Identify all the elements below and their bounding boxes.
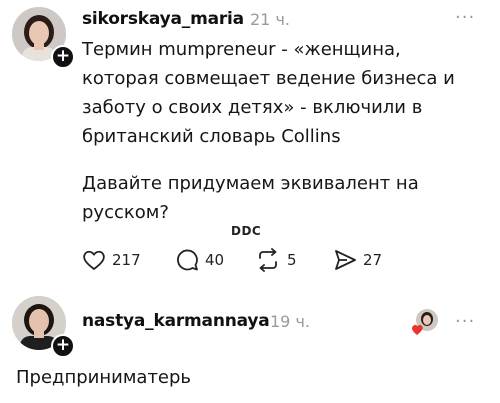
more-dots-icon[interactable]: ··· — [455, 311, 475, 332]
watermark: DDC — [231, 224, 262, 238]
more-dots-icon[interactable]: ··· — [455, 7, 475, 28]
comment-button[interactable]: 40 — [175, 247, 224, 273]
send-icon — [335, 250, 356, 270]
follow-plus-icon[interactable]: + — [51, 334, 75, 358]
post-username[interactable]: sikorskaya_maria — [82, 9, 244, 29]
repost-button[interactable]: 5 — [255, 247, 297, 273]
repost-icon — [259, 248, 277, 272]
liked-by-author-icon — [410, 307, 440, 337]
post-time: 21 ч. — [250, 10, 290, 29]
likes-count: 217 — [112, 251, 141, 269]
post-text: Термин mumpreneur - «женщина, которая со… — [82, 39, 455, 147]
comment-icon — [177, 249, 198, 271]
like-button[interactable]: 217 — [82, 247, 141, 273]
shares-count: 27 — [363, 251, 383, 269]
reply-text: Предприниматерь — [16, 367, 192, 388]
heart-icon — [83, 250, 105, 271]
comments-count: 40 — [205, 251, 225, 269]
reply-time: 19 ч. — [270, 312, 310, 331]
follow-plus-icon[interactable]: + — [51, 45, 75, 69]
reply-username[interactable]: nastya_karmannaya — [82, 311, 270, 331]
share-button[interactable]: 27 — [333, 247, 382, 273]
reposts-count: 5 — [287, 251, 297, 269]
post-actions: 217 40 5 27 — [82, 247, 412, 273]
post-text-question: Давайте придумаем эквивалент на русском? — [82, 173, 419, 223]
